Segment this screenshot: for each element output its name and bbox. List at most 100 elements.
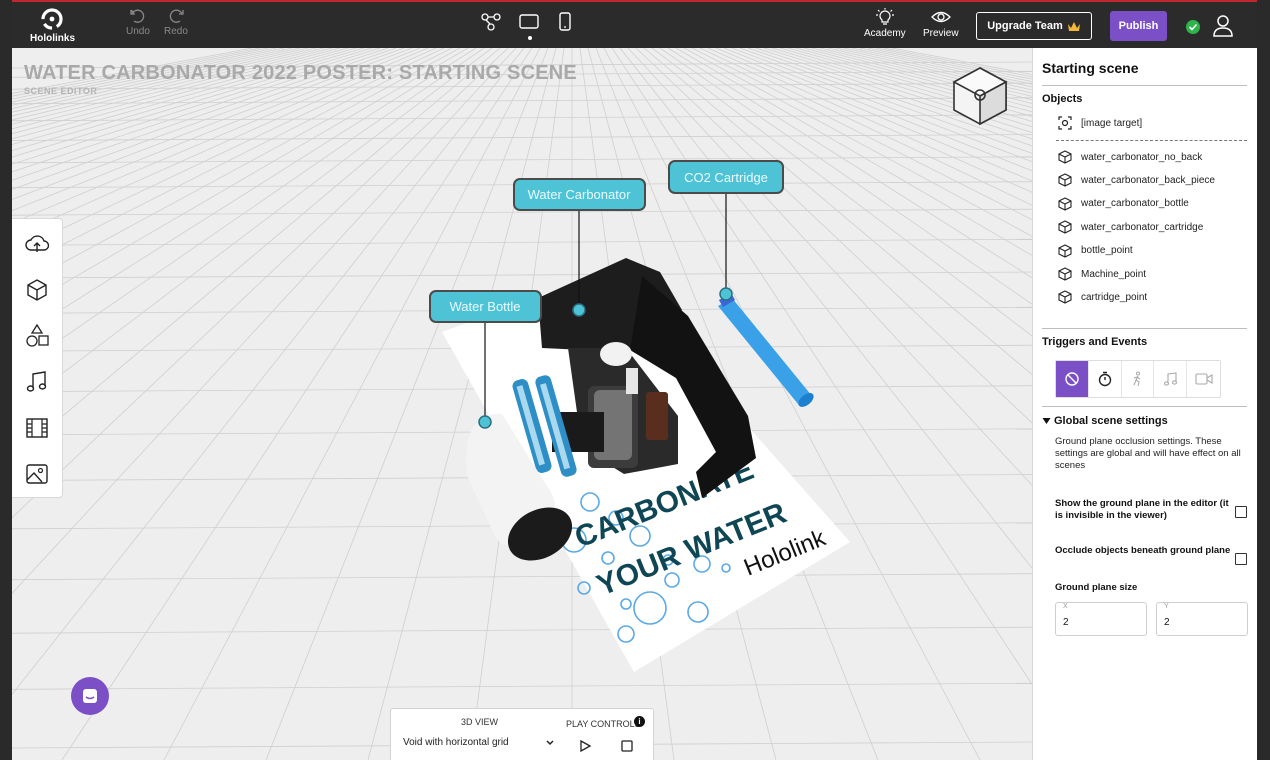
trigger-type-selector <box>1055 360 1221 398</box>
axis-x-label: X <box>1063 603 1068 610</box>
ground-size-y-input[interactable]: Y 2 <box>1156 602 1248 636</box>
eye-icon <box>930 11 951 23</box>
cube-icon <box>1058 197 1072 211</box>
trigger-none-button[interactable] <box>1056 361 1089 397</box>
co2-cartridge-label-text: CO2 Cartridge <box>684 170 768 185</box>
play-controls-label: PLAY CONTROLS <box>566 719 641 729</box>
walking-icon <box>1133 371 1141 387</box>
occlude-objects-label: Occlude objects beneath ground plane <box>1055 545 1231 556</box>
water-carbonator-label[interactable]: Water Carbonator <box>513 178 646 211</box>
view-mode-select[interactable]: Void with horizontal grid <box>403 737 509 748</box>
cartridge-point-marker[interactable] <box>719 287 733 301</box>
redo-icon <box>169 9 184 23</box>
academy-button[interactable]: Academy <box>864 8 906 39</box>
object-item[interactable]: Machine_point <box>1058 264 1146 284</box>
redo-label: Redo <box>164 26 188 37</box>
chevron-down-icon[interactable] <box>545 739 555 747</box>
ground-size-x-input[interactable]: X 2 <box>1055 602 1147 636</box>
logo[interactable]: Hololinks <box>30 8 75 44</box>
app-window: Hololinks Undo Redo Academy Preview Upgr… <box>12 0 1257 760</box>
object-label: water_carbonator_no_back <box>1081 151 1203 163</box>
chat-icon <box>83 689 97 703</box>
water-carbonator-label-text: Water Carbonator <box>528 187 632 202</box>
video-icon <box>1195 373 1213 385</box>
divider <box>1042 406 1247 407</box>
object-label: water_carbonator_cartridge <box>1081 221 1204 233</box>
lightbulb-icon <box>875 8 894 25</box>
axis-y-label: Y <box>1164 603 1169 610</box>
stop-icon[interactable] <box>620 739 634 753</box>
global-settings-toggle[interactable]: Global scene settings <box>1042 415 1168 427</box>
image-target-icon <box>1058 116 1072 130</box>
divider <box>1042 328 1247 329</box>
object-label: Machine_point <box>1081 268 1147 280</box>
object-item[interactable]: cartridge_point <box>1058 287 1147 307</box>
global-settings-description: Ground plane occlusion settings. These s… <box>1055 436 1241 471</box>
scene-name-heading: Starting scene <box>1042 60 1139 76</box>
hololinks-logo-icon <box>41 8 63 30</box>
crown-icon <box>1067 21 1080 31</box>
no-trigger-icon <box>1065 372 1079 386</box>
view-controls-panel: 3D VIEW Void with horizontal grid PLAY C… <box>390 708 654 760</box>
page-title: WATER CARBONATOR 2022 POSTER: STARTING S… <box>24 62 577 84</box>
ground-size-x-value: 2 <box>1063 617 1069 628</box>
scene-viewport[interactable]: CARBONATE YOUR WATER Hololink Water Carb… <box>12 48 1032 760</box>
user-account-icon[interactable] <box>1212 14 1234 38</box>
occlude-objects-checkbox[interactable] <box>1235 553 1247 565</box>
show-ground-plane-checkbox[interactable] <box>1235 506 1247 518</box>
play-icon[interactable] <box>578 739 592 753</box>
top-bar: Hololinks Undo Redo Academy Preview Upgr… <box>12 0 1257 48</box>
image-icon[interactable] <box>24 461 50 487</box>
cube-icon[interactable] <box>24 277 50 303</box>
info-icon[interactable]: i <box>634 716 645 727</box>
trigger-sound-button[interactable] <box>1154 361 1188 397</box>
object-label: water_carbonator_back_piece <box>1081 174 1215 186</box>
film-icon[interactable] <box>24 415 50 441</box>
objects-heading: Objects <box>1042 93 1083 105</box>
upgrade-label: Upgrade Team <box>987 20 1063 32</box>
water-bottle-label[interactable]: Water Bottle <box>429 290 542 323</box>
dashed-divider <box>1056 140 1247 141</box>
bottle-point-marker[interactable] <box>478 415 492 429</box>
show-ground-plane-label: Show the ground plane in the editor (it … <box>1055 498 1229 521</box>
view-cube-icon[interactable] <box>950 64 1010 128</box>
object-item[interactable]: water_carbonator_back_piece <box>1058 170 1215 190</box>
machine-point-marker[interactable] <box>572 303 586 317</box>
preview-button[interactable]: Preview <box>923 8 959 39</box>
music-icon <box>1164 372 1178 386</box>
properties-panel: Starting scene Objects [image target] wa… <box>1032 48 1257 760</box>
publish-button[interactable]: Publish <box>1110 11 1167 41</box>
music-note-icon[interactable] <box>24 369 50 395</box>
undo-button[interactable]: Undo <box>126 8 150 37</box>
redo-button[interactable]: Redo <box>164 8 188 37</box>
global-settings-heading: Global scene settings <box>1054 415 1168 427</box>
cube-icon <box>1058 243 1072 258</box>
publish-label: Publish <box>1118 20 1159 32</box>
caret-down-icon <box>1042 418 1051 424</box>
object-label: [image target] <box>1081 117 1143 129</box>
object-item[interactable]: water_carbonator_bottle <box>1058 194 1189 214</box>
trigger-video-button[interactable] <box>1187 361 1220 397</box>
trigger-walk-button[interactable] <box>1122 361 1155 397</box>
tablet-icon[interactable] <box>518 12 540 32</box>
flow-diagram-icon[interactable] <box>480 12 502 32</box>
ground-size-y-value: 2 <box>1164 617 1170 628</box>
upgrade-team-button[interactable]: Upgrade Team <box>976 12 1092 40</box>
trigger-timer-button[interactable] <box>1089 361 1122 397</box>
object-item[interactable]: water_carbonator_no_back <box>1058 147 1202 167</box>
undo-icon <box>130 9 145 23</box>
shapes-icon[interactable] <box>24 323 50 349</box>
saved-status-icon <box>1186 20 1200 34</box>
cube-icon <box>1058 173 1072 188</box>
chat-support-button[interactable] <box>71 677 109 715</box>
object-image-target[interactable]: [image target] <box>1058 113 1142 133</box>
object-item[interactable]: bottle_point <box>1058 241 1133 261</box>
water-bottle-label-text: Water Bottle <box>449 299 520 314</box>
divider <box>1042 85 1247 86</box>
preview-label: Preview <box>923 28 959 39</box>
co2-cartridge-label[interactable]: CO2 Cartridge <box>668 160 784 194</box>
cube-icon <box>1058 267 1072 281</box>
phone-icon[interactable] <box>558 12 572 32</box>
upload-icon[interactable] <box>24 231 50 257</box>
object-item[interactable]: water_carbonator_cartridge <box>1058 217 1203 237</box>
